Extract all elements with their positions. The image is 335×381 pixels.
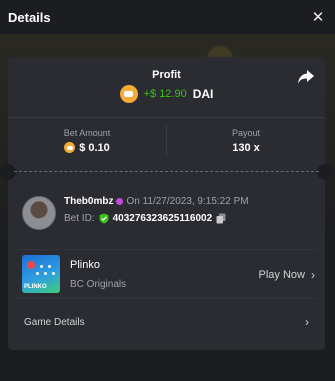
dai-coin-icon [119, 85, 138, 103]
game-details-link[interactable]: Game Details › [24, 315, 309, 329]
details-header: Details ✕ [0, 0, 335, 34]
chevron-right-icon: › [305, 315, 309, 329]
play-now-label: Play Now [258, 269, 305, 281]
profit-value: +$ 12.90 [143, 88, 187, 100]
bet-timestamp: On 11/27/2023, 9:15:22 PM [126, 196, 249, 207]
play-now-button[interactable]: Play Now › [259, 268, 315, 282]
payout-label: Payout [231, 127, 261, 138]
bet-amount-stat: Bet Amount $ 0.10 [8, 118, 166, 163]
profit-currency: DAI [192, 87, 214, 101]
game-details-label: Game Details [24, 316, 85, 328]
share-arrow-icon[interactable] [297, 69, 315, 85]
payout-stat: Payout 130 x [166, 124, 325, 157]
copy-icon[interactable] [216, 213, 226, 224]
ticket-notch-right [317, 164, 333, 180]
profit-row: +$ 12.90 DAI [8, 85, 325, 103]
game-provider: BC Originals [70, 278, 127, 290]
bettor-info: Theb0mbz On 11/27/2023, 9:15:22 PM Bet I… [22, 196, 249, 230]
bet-amount-label: Bet Amount [63, 127, 111, 138]
ticket-notch-left [0, 164, 16, 180]
bet-id-label: Bet ID: [64, 213, 95, 224]
profit-label: Profit [152, 69, 181, 81]
avatar[interactable] [22, 196, 56, 230]
game-name: Plinko [70, 258, 100, 271]
payout-value: 130 x [232, 141, 260, 154]
username[interactable]: Theb0mbz [64, 196, 113, 207]
bet-stats: Bet Amount $ 0.10 Payout 130 x [8, 117, 325, 163]
plinko-thumbnail: PLINKO [22, 255, 60, 293]
verified-shield-icon [99, 213, 109, 224]
close-icon[interactable]: ✕ [309, 8, 327, 26]
bet-details-card: Profit +$ 12.90 DAI Bet Amount $ 0.10 Pa… [0, 57, 333, 350]
game-row[interactable]: PLINKO Plinko BC Originals Play Now › [16, 249, 317, 299]
bet-amount-value: $ 0.10 [79, 141, 110, 154]
thumbnail-logo-text: PLINKO [24, 284, 47, 290]
chevron-right-icon: › [311, 268, 315, 282]
vip-badge-icon [116, 198, 124, 205]
dai-coin-icon [64, 142, 76, 153]
dashed-divider [14, 171, 319, 172]
page-title: Details [8, 9, 51, 25]
bet-id-value: 403276323625116002 [112, 213, 213, 224]
